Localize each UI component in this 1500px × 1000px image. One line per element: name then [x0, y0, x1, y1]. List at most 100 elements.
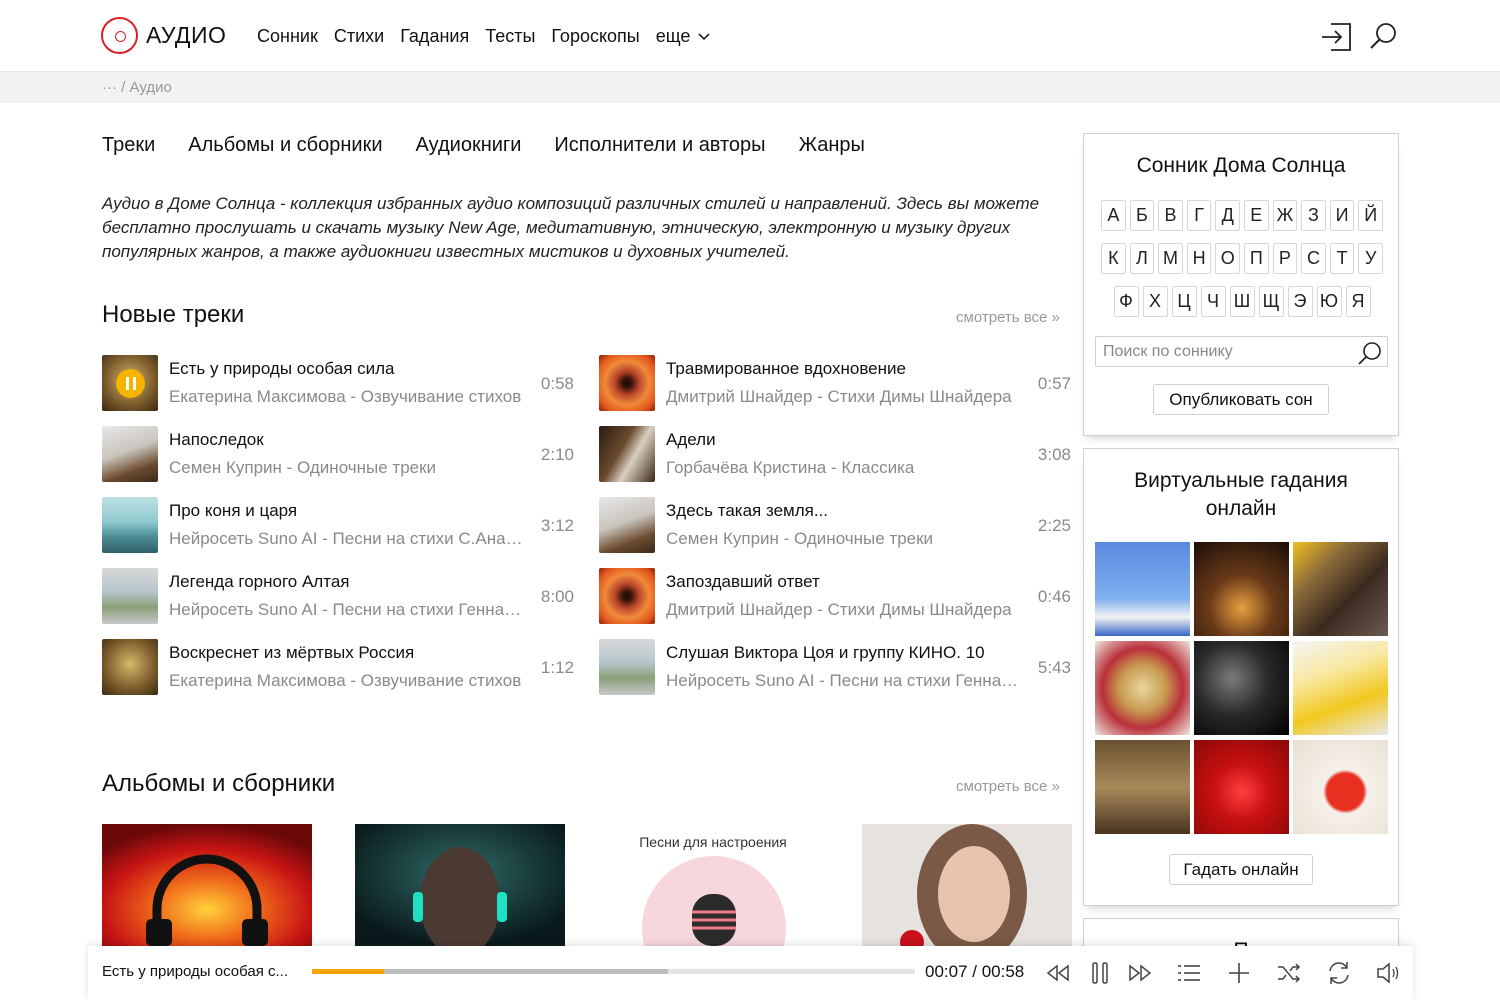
letter-button[interactable]: И [1329, 200, 1355, 231]
letter-button[interactable]: Й [1358, 200, 1383, 231]
divination-thumb[interactable] [1095, 641, 1190, 735]
nav-tests[interactable]: Тесты [485, 26, 535, 47]
track-artist[interactable]: Семен Куприн - Одиночные треки [169, 458, 529, 478]
letter-button[interactable]: Р [1272, 243, 1298, 274]
letter-button[interactable]: Ц [1171, 286, 1197, 317]
add-icon[interactable] [1225, 959, 1253, 987]
letter-button[interactable]: К [1101, 243, 1126, 274]
breadcrumb[interactable]: ··· / Аудио [102, 79, 172, 96]
track-artist[interactable]: Дмитрий Шнайдер - Стихи Димы Шнайдера [666, 600, 1026, 620]
letter-button[interactable]: У [1358, 243, 1383, 274]
track-artist[interactable]: Нейросеть Suno AI - Песни на стихи С.Ана… [169, 529, 529, 549]
new-tracks-see-all[interactable]: смотреть все » [956, 309, 1060, 326]
album-cover-portrait[interactable] [355, 824, 565, 946]
nav-more[interactable]: еще [656, 26, 711, 47]
track-artist[interactable]: Екатерина Максимова - Озвучивание стихов [169, 387, 529, 407]
letter-button[interactable]: П [1244, 243, 1269, 274]
letter-button[interactable]: О [1215, 243, 1240, 274]
divine-online-button[interactable]: Гадать онлайн [1169, 854, 1313, 885]
player-progress-bar[interactable] [312, 969, 915, 974]
breadcrumb-bar: ··· / Аудио [0, 72, 1500, 103]
track-row[interactable]: Про коня и царя Нейросеть Suno AI - Песн… [102, 497, 574, 555]
shuffle-icon[interactable] [1275, 959, 1303, 987]
letter-button[interactable]: Ш [1229, 286, 1255, 317]
track-title: Воскреснет из мёртвых Россия [169, 643, 415, 662]
fast-forward-icon[interactable] [1126, 959, 1154, 987]
track-row[interactable]: Травмированное вдохновение Дмитрий Шнайд… [599, 355, 1071, 413]
albums-see-all[interactable]: смотреть все » [956, 778, 1060, 795]
album-cover-headphones[interactable] [102, 824, 312, 946]
album-cover-woman[interactable] [862, 824, 1072, 946]
divination-thumb[interactable] [1194, 542, 1289, 636]
tab-audiobooks[interactable]: Аудиокниги [416, 134, 522, 157]
track-artist[interactable]: Горбачёва Кристина - Классика [666, 458, 1026, 478]
volume-icon[interactable] [1374, 959, 1402, 987]
divination-thumb[interactable] [1293, 641, 1388, 735]
track-artist[interactable]: Екатерина Максимова - Озвучивание стихов [169, 671, 529, 691]
track-artist[interactable]: Дмитрий Шнайдер - Стихи Димы Шнайдера [666, 387, 1026, 407]
publish-dream-button[interactable]: Опубликовать сон [1153, 384, 1329, 415]
letter-button[interactable]: Л [1129, 243, 1155, 274]
track-artist[interactable]: Нейросеть Suno AI - Песни на стихи Генна… [169, 600, 529, 620]
letter-button[interactable]: Н [1186, 243, 1212, 274]
dream-search-input[interactable]: Поиск по соннику [1095, 336, 1388, 367]
pause-icon[interactable] [116, 369, 145, 398]
divination-thumb[interactable] [1095, 542, 1190, 636]
track-artist[interactable]: Семен Куприн - Одиночные треки [666, 529, 1026, 549]
track-artist[interactable]: Нейросеть Suno AI - Песни на стихи Генна… [666, 671, 1026, 691]
site-logo[interactable]: АУДИО [101, 17, 226, 54]
pause-icon[interactable] [1086, 959, 1114, 987]
nav-more-label: еще [655, 26, 691, 46]
track-row[interactable]: Воскреснет из мёртвых Россия Екатерина М… [102, 639, 574, 697]
search-icon[interactable] [1368, 20, 1400, 52]
logo-ring-icon [101, 17, 138, 54]
track-row[interactable]: Напоследок Семен Куприн - Одиночные трек… [102, 426, 574, 484]
track-row[interactable]: Слушая Виктора Цоя и группу КИНО. 10 Ней… [599, 639, 1071, 697]
nav-dream-book[interactable]: Сонник [257, 26, 318, 47]
letter-button[interactable]: Е [1244, 200, 1269, 231]
divination-thumb[interactable] [1095, 740, 1190, 834]
nav-divination[interactable]: Гадания [400, 26, 469, 47]
divination-thumb[interactable] [1194, 740, 1289, 834]
repeat-icon[interactable] [1325, 959, 1353, 987]
letter-button[interactable]: Д [1215, 200, 1240, 231]
album-cover-mood-songs[interactable]: Песни для настроения [608, 824, 818, 946]
letter-button[interactable]: В [1158, 200, 1183, 231]
tab-tracks[interactable]: Треки [102, 134, 155, 157]
track-row[interactable]: Легенда горного Алтая Нейросеть Suno AI … [102, 568, 574, 626]
headphones-art [102, 824, 312, 946]
letter-button[interactable]: Ч [1200, 286, 1226, 317]
letter-button[interactable]: Щ [1258, 286, 1284, 317]
tab-albums[interactable]: Альбомы и сборники [188, 134, 382, 157]
letter-button[interactable]: Г [1186, 200, 1212, 231]
search-icon[interactable] [1357, 340, 1383, 366]
track-duration: 2:25 [1037, 516, 1071, 535]
letter-button[interactable]: Э [1287, 286, 1313, 317]
letter-button[interactable]: Я [1345, 286, 1371, 317]
tab-genres[interactable]: Жанры [799, 134, 865, 157]
rewind-icon[interactable] [1044, 959, 1072, 987]
letter-button[interactable]: Т [1329, 243, 1355, 274]
nav-poems[interactable]: Стихи [334, 26, 384, 47]
letter-button[interactable]: А [1101, 200, 1126, 231]
letter-button[interactable]: Ю [1316, 286, 1342, 317]
divination-thumb[interactable] [1293, 542, 1388, 636]
divination-thumb[interactable] [1194, 641, 1289, 735]
track-row[interactable]: Адели Горбачёва Кристина - Классика 3:08 [599, 426, 1071, 484]
letter-button[interactable]: З [1301, 200, 1326, 231]
letter-button[interactable]: Ф [1113, 286, 1139, 317]
letter-button[interactable]: Ж [1272, 200, 1298, 231]
letter-button[interactable]: С [1301, 243, 1326, 274]
track-row[interactable]: Есть у природы особая сила Екатерина Мак… [102, 355, 574, 413]
letter-button[interactable]: Б [1129, 200, 1155, 231]
playlist-icon[interactable] [1175, 959, 1203, 987]
player-track-title[interactable]: Есть у природы особая с... [102, 963, 288, 980]
track-row[interactable]: Здесь такая земля... Семен Куприн - Один… [599, 497, 1071, 555]
track-row[interactable]: Запоздавший ответ Дмитрий Шнайдер - Стих… [599, 568, 1071, 626]
login-icon[interactable] [1319, 20, 1353, 54]
tab-artists[interactable]: Исполнители и авторы [554, 134, 765, 157]
letter-button[interactable]: М [1158, 243, 1183, 274]
nav-horoscopes[interactable]: Гороскопы [551, 26, 639, 47]
divination-thumb[interactable] [1293, 740, 1388, 834]
letter-button[interactable]: Х [1142, 286, 1168, 317]
